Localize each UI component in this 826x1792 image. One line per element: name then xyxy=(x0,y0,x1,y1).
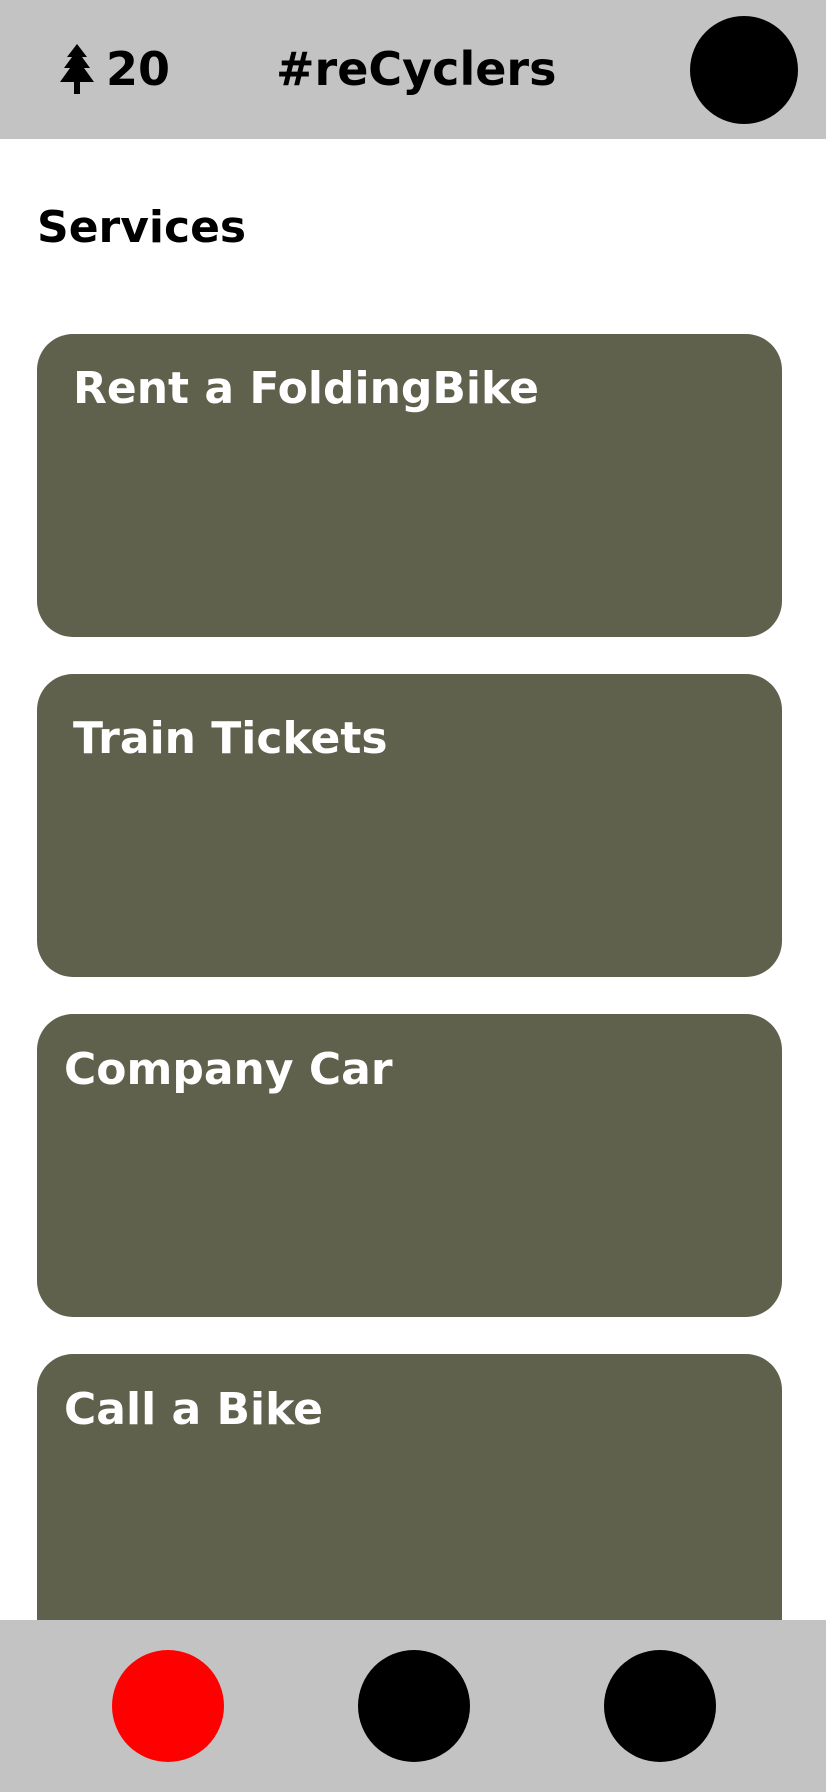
nav-button-2[interactable] xyxy=(358,1650,470,1762)
service-card-company-car[interactable]: Company Car xyxy=(37,1014,782,1317)
service-card-train-tickets[interactable]: Train Tickets xyxy=(37,674,782,977)
service-card-title: Company Car xyxy=(64,1044,393,1095)
service-card-title: Call a Bike xyxy=(64,1384,324,1435)
app-title: #reCyclers xyxy=(276,42,557,96)
tree-counter: 20 xyxy=(58,44,170,94)
nav-button-3[interactable] xyxy=(604,1650,716,1762)
service-card-call-a-bike[interactable]: Call a Bike xyxy=(37,1354,782,1657)
nav-button-1[interactable] xyxy=(112,1650,224,1762)
page-title: Services xyxy=(37,202,247,253)
service-card-rent-folding-bike[interactable]: Rent a FoldingBike xyxy=(37,334,782,637)
top-bar: 20 #reCyclers xyxy=(0,0,826,139)
bottom-nav xyxy=(0,1620,826,1792)
service-card-title: Rent a FoldingBike xyxy=(73,363,539,414)
avatar[interactable] xyxy=(690,16,798,124)
tree-count: 20 xyxy=(106,42,171,96)
tree-icon xyxy=(60,44,94,94)
service-card-title: Train Tickets xyxy=(73,713,388,764)
